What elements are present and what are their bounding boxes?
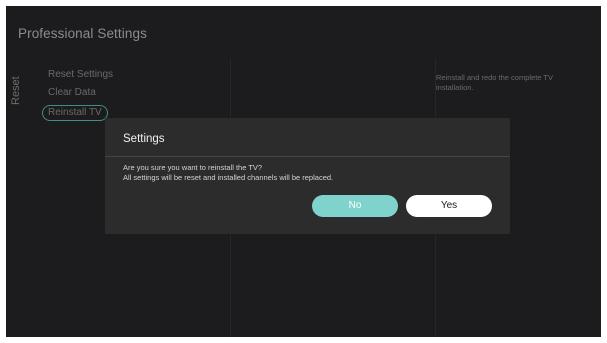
category-tab-reset[interactable]: Reset (10, 69, 34, 109)
dialog-title: Settings (123, 133, 165, 145)
dialog-message: Are you sure you want to reinstall the T… (123, 163, 333, 182)
dialog-divider (105, 156, 510, 157)
confirm-dialog: Settings Are you sure you want to reinst… (105, 118, 510, 234)
help-description: Reinstall and redo the complete TV insta… (436, 73, 554, 92)
menu-item-reinstall-tv[interactable]: Reinstall TV (42, 105, 108, 121)
yes-button[interactable]: Yes (406, 195, 492, 217)
page-title: Professional Settings (18, 26, 147, 41)
dialog-message-line: Are you sure you want to reinstall the T… (123, 163, 263, 172)
menu-item-clear-data[interactable]: Clear Data (42, 84, 119, 102)
no-button[interactable]: No (312, 195, 398, 217)
category-tab-label: Reset (10, 76, 22, 105)
menu-item-reset-settings[interactable]: Reset Settings (42, 66, 119, 84)
dialog-message-line: All settings will be reset and installed… (123, 172, 334, 182)
tv-screen: Professional Settings Reset Reset Settin… (6, 6, 601, 337)
reset-menu: Reset Settings Clear Data Reinstall TV (42, 66, 119, 121)
